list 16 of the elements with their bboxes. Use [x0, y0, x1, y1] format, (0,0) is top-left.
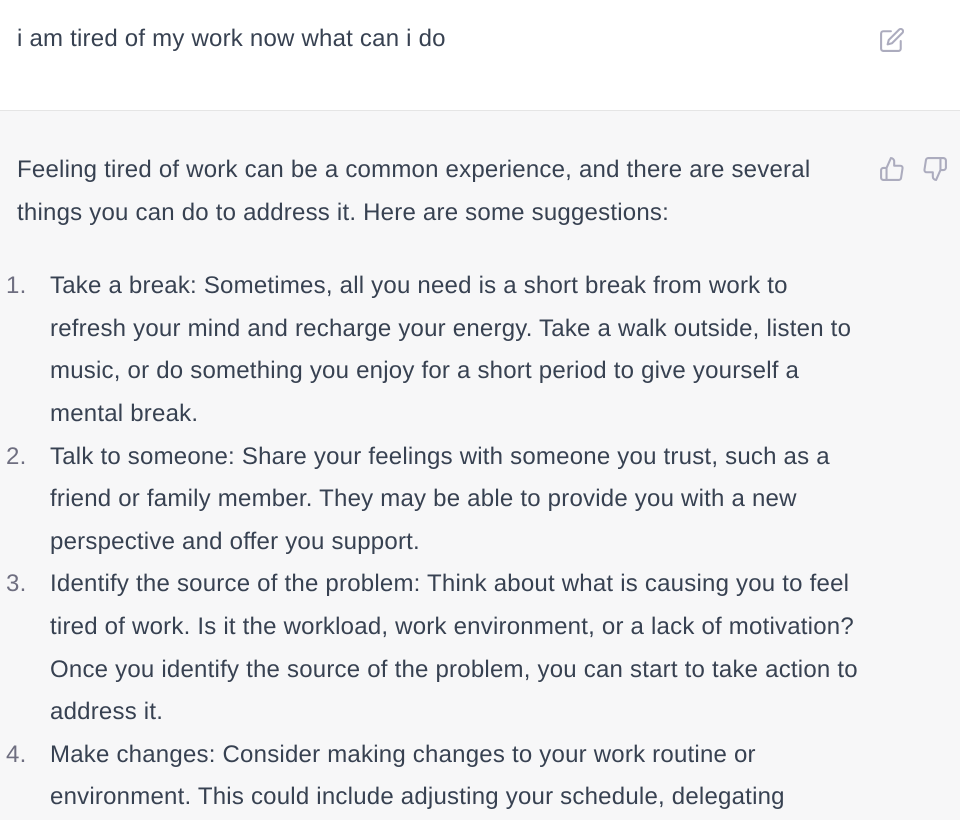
edit-button[interactable] [880, 28, 904, 52]
response-paragraph: Feeling tired of work can be a common experience, and there are several things you can do to address it. Here are some suggestions: [17, 155, 812, 228]
thumbs-up-button[interactable] [880, 157, 904, 181]
list-number: 4. [6, 740, 28, 770]
user-message: i am tired of my work now what can i do [17, 24, 447, 54]
thumbs-up-icon [880, 157, 904, 181]
list-item-text: Take a break: Sometimes, all you need is a short break from work to refresh your mind and recharge your energy. Take a walk outside, listen to music, or do something you enjoy for a short period to give yourself a mental break. [50, 271, 852, 429]
list-item-text: Make changes: Consider making changes to your work routine or environment. This could include adjusting your schedule, delegating [50, 740, 786, 812]
list-number: 3. [6, 569, 28, 600]
list-item-text: Identify the source of the problem: Think about what is causing you to feel tired of work. Is it the workload, work environment, or a lack of motivation? Once you identify the source of the problem, you can start to take action to address it. [50, 569, 859, 728]
thumbs-down-button[interactable] [923, 157, 947, 181]
edit-icon [880, 28, 904, 52]
list-item-text: Talk to someone: Share your feelings with someone you trust, such as a friend or family member. They may be able to provide you with a new perspective and offer you support. [50, 442, 831, 557]
list-number: 2. [6, 442, 28, 472]
thumbs-down-icon [923, 157, 947, 181]
list-number: 1. [6, 271, 28, 302]
